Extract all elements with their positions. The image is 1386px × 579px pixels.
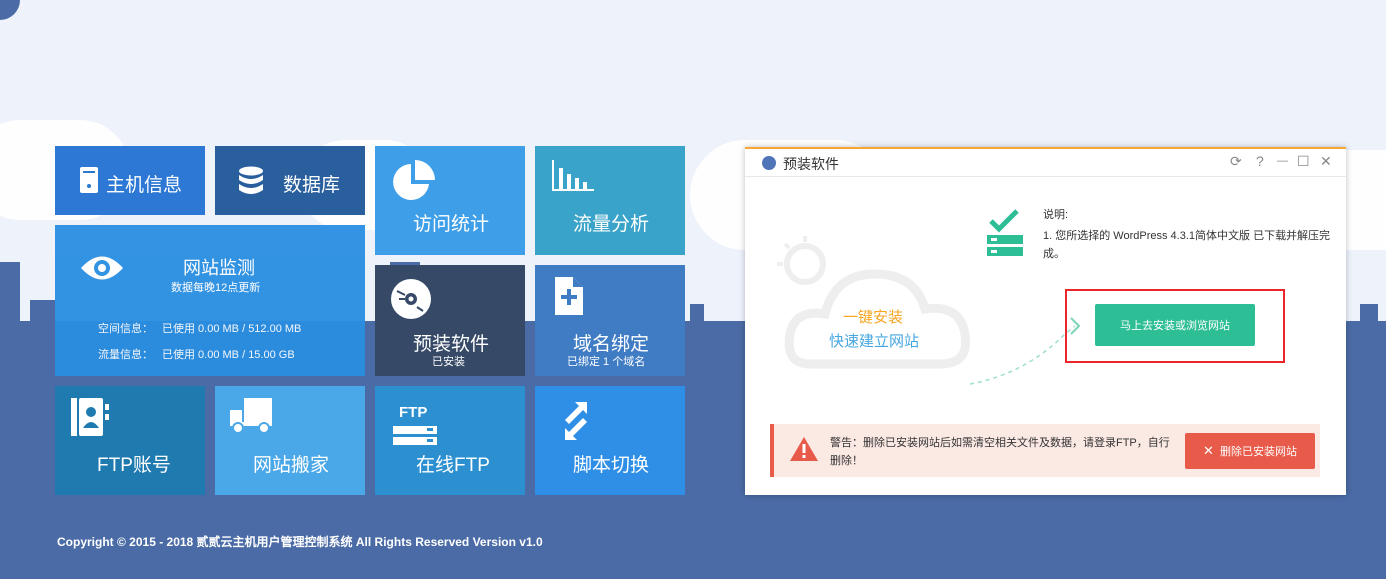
tile-database[interactable]: 数据库	[215, 146, 365, 215]
tile-label: 主机信息	[106, 175, 183, 196]
space-value: 已使用 0.00 MB / 512.00 MB	[162, 323, 302, 335]
tile-script-switch[interactable]: 脚本切换	[535, 386, 685, 495]
close-icon: ✕	[1203, 443, 1214, 458]
tile-ftp-account[interactable]: FTP账号	[55, 386, 205, 495]
flow-value: 已使用 0.00 MB / 15.00 GB	[162, 349, 295, 361]
tile-label: 域名绑定	[573, 334, 650, 355]
tile-move-site[interactable]: 网站搬家	[215, 386, 365, 495]
flow-label: 流量信息：	[98, 349, 153, 361]
tile-sub: 已绑定 1 个域名	[567, 356, 646, 368]
tile-label: 在线FTP	[416, 455, 490, 476]
truck-icon	[230, 398, 272, 434]
footer-copyright: Copyright © 2015 - 2018 贰贰云主机用户管理控制系统 Al…	[57, 535, 543, 549]
pie-chart-icon	[393, 160, 435, 200]
note-title: 说明:	[1043, 209, 1069, 221]
app-logo-icon	[762, 156, 776, 170]
tile-traffic[interactable]: 流量分析	[535, 146, 685, 255]
tile-label: 访问统计	[413, 214, 490, 235]
space-label: 空间信息：	[98, 323, 153, 335]
dialog-header: 预装软件 ⟳ ? — ☐ ✕	[745, 149, 1346, 177]
tile-visit-stats[interactable]: 访问统计	[375, 146, 525, 255]
ftp-server-icon	[393, 426, 437, 445]
dialog-title: 预装软件	[783, 156, 839, 172]
close-icon[interactable]: ✕	[1320, 153, 1332, 170]
delete-site-label: 删除已安装网站	[1219, 446, 1297, 458]
database-icon	[239, 166, 263, 194]
bar-chart-icon	[552, 160, 594, 191]
cloud-line-1: 一键安装	[843, 309, 904, 326]
cloud-line-2: 快速建立网站	[829, 333, 920, 350]
tile-sub: 已安装	[432, 356, 465, 368]
tile-domain[interactable]: 域名绑定 已绑定 1 个域名	[535, 265, 685, 376]
warning-text: 警告：删除已安装网站后如需清空相关文件及数据，请登录FTP，自行删除！	[830, 437, 1170, 467]
warning-icon	[790, 437, 818, 461]
tile-online-ftp[interactable]: FTP 在线FTP	[375, 386, 525, 495]
disc-icon	[391, 279, 431, 319]
maximize-icon[interactable]: ☐	[1297, 153, 1310, 170]
ftp-icon-text: FTP	[399, 404, 428, 421]
switch-icon	[565, 402, 587, 440]
document-add-icon	[555, 277, 583, 315]
delete-site-button[interactable]: ✕ 删除已安装网站	[1185, 433, 1315, 469]
tile-label: 网站监测	[183, 258, 255, 278]
tile-label: 脚本切换	[573, 455, 650, 476]
minimize-icon[interactable]: —	[1277, 155, 1288, 167]
server-check-icon	[987, 209, 1023, 256]
tile-preinstall[interactable]: 预装软件 已安装	[375, 265, 525, 376]
tile-label: 预装软件	[413, 334, 490, 355]
server-icon	[80, 167, 98, 193]
tile-label: FTP账号	[97, 455, 171, 476]
tile-sub: 数据每晚12点更新	[171, 282, 261, 294]
tile-label: 网站搬家	[253, 455, 330, 476]
tile-label: 数据库	[283, 175, 341, 196]
install-or-browse-button[interactable]: 马上去安装或浏览网站	[1095, 304, 1255, 346]
tile-label: 流量分析	[573, 214, 650, 235]
preinstall-dialog: 预装软件 ⟳ ? — ☐ ✕ 一键安装 快速建立网站 说明: 1. 您所选择的 …	[745, 147, 1346, 495]
warning-box: 警告：删除已安装网站后如需清空相关文件及数据，请登录FTP，自行删除！ ✕ 删除…	[770, 424, 1320, 477]
refresh-icon[interactable]: ⟳	[1230, 153, 1242, 170]
eye-icon	[81, 256, 123, 280]
note-text: 1. 您所选择的 WordPress 4.3.1简体中文版 已下载并解压完成。	[1043, 230, 1331, 260]
help-icon[interactable]: ?	[1256, 153, 1264, 169]
tile-monitor[interactable]: 网站监测 数据每晚12点更新 空间信息： 已使用 0.00 MB / 512.0…	[55, 225, 365, 376]
contacts-icon	[71, 398, 109, 436]
tile-host-info[interactable]: 主机信息	[55, 146, 205, 215]
